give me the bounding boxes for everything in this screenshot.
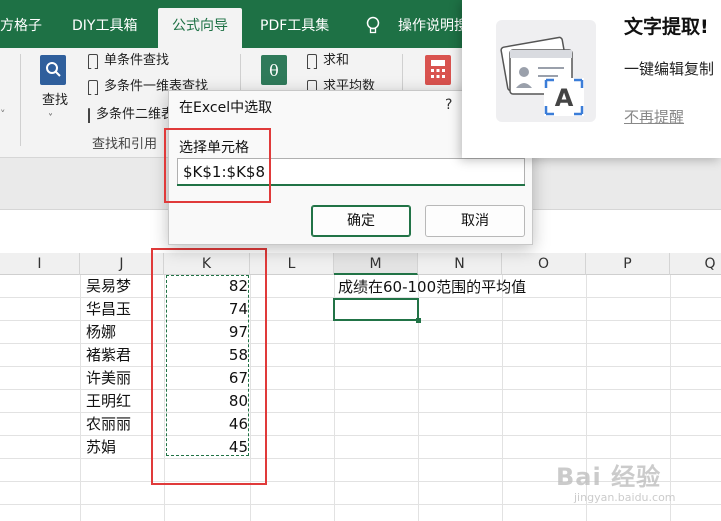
column-header-i[interactable]: I <box>0 253 80 275</box>
dismiss-link[interactable]: 不再提醒 <box>624 106 684 127</box>
column-header-o[interactable]: O <box>502 253 586 275</box>
column-header-q[interactable]: Q <box>670 253 721 275</box>
menu-label: 多条件二维表查找 <box>96 107 170 122</box>
baidu-jingyan-watermark: Bai 经验 jingyan.baidu.com <box>556 457 696 517</box>
watermark-logo-text: Bai 经验 <box>556 463 662 491</box>
column-header-p[interactable]: P <box>586 253 670 275</box>
help-icon[interactable]: ? <box>445 97 452 113</box>
tab-diy-toolbox[interactable]: DIY工具箱 <box>72 8 137 48</box>
lightbulb-icon <box>366 16 380 36</box>
cell-name[interactable]: 吴易梦 <box>86 275 131 298</box>
ribbon-divider <box>20 54 21 146</box>
bookmark-icon <box>88 107 95 123</box>
bookmark-icon <box>88 53 98 69</box>
red-highlight-box-range-field <box>164 128 271 203</box>
popup-description: 一键编辑复制 <box>624 60 715 78</box>
tab-tell-me-search[interactable]: 操作说明搜索 <box>398 8 462 48</box>
cell-name[interactable]: 农丽丽 <box>86 413 131 436</box>
watermark-url: jingyan.baidu.com <box>574 491 676 504</box>
magnifier-icon <box>40 55 66 85</box>
id-card-scan-icon: A <box>496 20 596 122</box>
tab-pdf-tools[interactable]: PDF工具集 <box>260 8 329 48</box>
cancel-button[interactable]: 取消 <box>425 205 525 237</box>
cell-name[interactable]: 苏娟 <box>86 436 116 459</box>
tab-formula-wizard[interactable]: 公式向导 <box>158 8 242 48</box>
theta-function-icon: θ <box>261 55 287 85</box>
menu-label: 单条件查找 <box>104 53 170 68</box>
single-condition-lookup[interactable]: 单条件查找 <box>88 50 169 72</box>
cell-m1-label[interactable]: 成绩在60-100范围的平均值 <box>338 276 526 299</box>
menu-label: 求和 <box>323 53 350 68</box>
cell-name[interactable]: 许美丽 <box>86 367 131 390</box>
red-highlight-box-column-k <box>151 248 267 485</box>
column-header-n[interactable]: N <box>418 253 502 275</box>
active-cell-m2[interactable] <box>333 298 421 323</box>
lookup-button-label[interactable]: 查找 <box>42 90 68 112</box>
tab-fanggezi[interactable]: 方格子 <box>0 8 42 48</box>
cell-name[interactable]: 华昌玉 <box>86 298 131 321</box>
column-header-m[interactable]: M <box>334 253 418 275</box>
cell-name[interactable]: 杨娜 <box>86 321 116 344</box>
cell-name[interactable]: 褚紫君 <box>86 344 131 367</box>
svg-text:A: A <box>555 84 574 112</box>
excel-window: 方格子 DIY工具箱 公式向导 PDF工具集 操作说明搜索 ˅ 查找 ˅ 单条件… <box>0 0 721 521</box>
multi-condition-2d-lookup[interactable]: 多条件二维表查找 <box>88 104 170 126</box>
dialog-title: 在Excel中选取 <box>179 100 273 116</box>
popup-title: 文字提取! <box>624 16 709 38</box>
bookmark-icon <box>88 79 98 95</box>
group-label-lookup-reference: 查找和引用 <box>92 137 158 152</box>
ribbon-scroll-icon: ˅ <box>0 108 6 121</box>
sum-button[interactable]: 求和 <box>307 50 349 72</box>
cell-name[interactable]: 王明红 <box>86 390 131 413</box>
calculator-icon <box>425 55 451 85</box>
bookmark-icon <box>307 53 317 69</box>
chevron-down-icon[interactable]: ˅ <box>48 108 53 130</box>
svg-text:θ: θ <box>269 61 279 80</box>
column-header-row: I J K L M N O P Q <box>0 253 721 275</box>
text-extract-popup: A 文字提取! 一键编辑复制 不再提醒 <box>462 0 721 158</box>
ok-button[interactable]: 确定 <box>311 205 411 237</box>
